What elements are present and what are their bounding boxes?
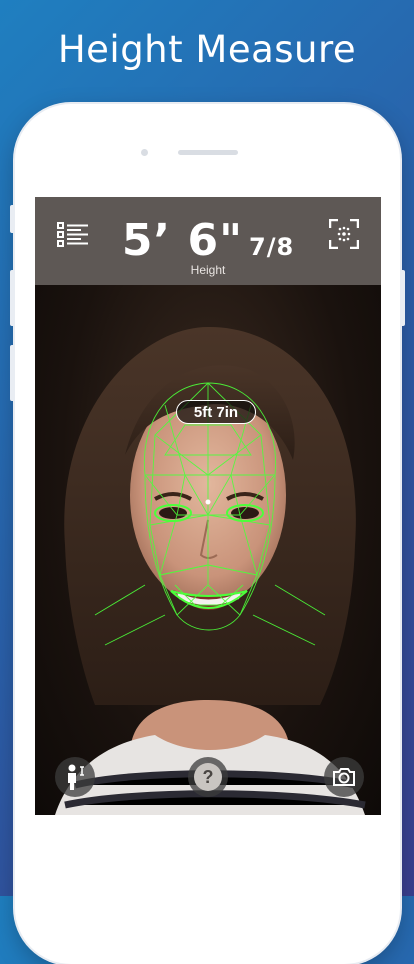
height-feet-inches: 5’ 6" — [121, 215, 243, 266]
help-icon: ? — [194, 763, 222, 791]
app-screen: 5’ 6" 7/8 Height 5ft 7in ? — [35, 197, 381, 815]
camera-button[interactable] — [324, 757, 364, 797]
promo-title: Height Measure — [57, 28, 357, 71]
phone-volume-down — [10, 345, 15, 401]
phone-volume-up — [10, 270, 15, 326]
top-bar: 5’ 6" 7/8 Height — [35, 197, 381, 285]
face-photo-illustration — [55, 326, 366, 815]
phone-speaker — [178, 150, 238, 155]
height-badge: 5ft 7in — [176, 400, 256, 424]
help-button[interactable]: ? — [188, 757, 228, 797]
phone-camera-dot — [141, 149, 148, 156]
svg-text:?: ? — [203, 767, 214, 787]
height-label: Height — [190, 263, 226, 277]
person-height-icon — [68, 764, 84, 790]
camera-preview: 5ft 7in — [35, 285, 381, 815]
face-scan-button[interactable] — [328, 218, 360, 250]
person-height-button[interactable] — [55, 757, 95, 797]
height-fraction: 7/8 — [249, 233, 295, 261]
phone-mute-switch — [10, 205, 15, 233]
phone-power-button — [400, 270, 405, 326]
face-scan-icon — [328, 218, 360, 250]
camera-icon — [333, 768, 355, 786]
